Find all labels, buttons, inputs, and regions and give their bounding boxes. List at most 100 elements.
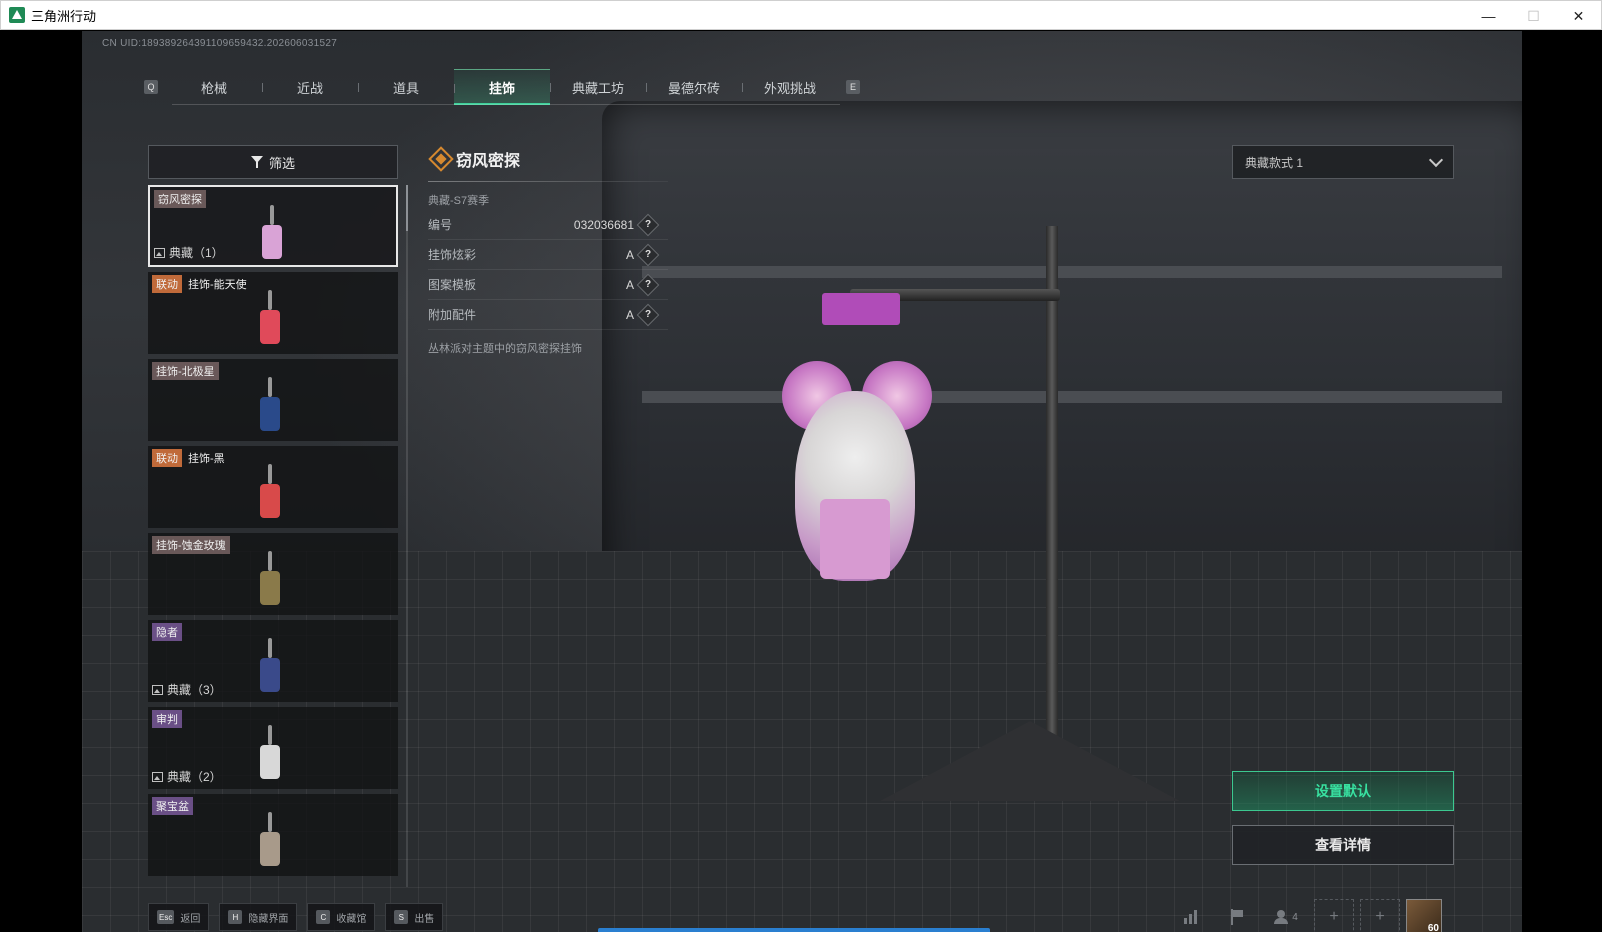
list-item[interactable]: 审判典藏（2） <box>148 707 398 789</box>
maximize-button[interactable]: ☐ <box>1511 1 1556 31</box>
list-item[interactable]: 聚宝盆 <box>148 794 398 876</box>
item-collection-label: 典藏（2） <box>167 770 222 784</box>
attribute-list: 编号 032036681? 挂饰炫彩 A? 图案模板 A? 附加配件 A? <box>428 210 668 330</box>
item-tag: 联动 <box>152 449 182 467</box>
item-collection: 典藏（2） <box>152 768 222 785</box>
item-tag: 挂饰-能天使 <box>188 279 247 291</box>
game-viewport: CN UID:18938926439110965943​2.2026060315… <box>0 31 1602 932</box>
item-thumbnail <box>258 377 282 433</box>
thumbnail-strap <box>268 812 272 832</box>
team-count: 4 <box>1292 911 1298 923</box>
player-level: 60 <box>1427 923 1439 932</box>
item-tag: 挂饰-黑 <box>188 453 225 465</box>
detail-header: 窃风密探 <box>428 143 668 175</box>
case-rib <box>642 266 1502 278</box>
thumbnail-charm <box>260 832 280 866</box>
thumbnail-charm <box>260 397 280 431</box>
list-item[interactable]: 窃风密探 典藏（1） <box>148 185 398 267</box>
close-button[interactable]: ✕ <box>1556 1 1601 31</box>
key-hint-label: 隐藏界面 <box>248 913 289 925</box>
help-icon[interactable]: ? <box>636 213 660 236</box>
item-thumbnail <box>258 725 282 781</box>
window-title: 三角洲行动 <box>31 8 97 24</box>
key-hint[interactable]: Esc 返回 <box>148 903 210 931</box>
attribute-value: A <box>625 307 634 322</box>
bar-chart-icon <box>1184 910 1200 924</box>
attribute-label: 附加配件 <box>428 308 477 322</box>
weapon-case-backdrop <box>602 101 1522 621</box>
help-icon[interactable]: ? <box>636 243 660 266</box>
attribute-row: 图案模板 A? <box>428 270 668 300</box>
loading-progress-bar <box>598 928 990 932</box>
next-tab-key-hint[interactable]: E <box>846 80 860 94</box>
tab-3[interactable]: 挂饰 <box>454 69 550 105</box>
window-titlebar: 三角洲行动 — ☐ ✕ <box>0 0 1602 30</box>
item-tags: 挂饰-北极星 <box>152 362 219 380</box>
list-item[interactable]: 联动 挂饰-能天使 <box>148 272 398 354</box>
detail-description: 丛林派对主题中的窃风密探挂饰 <box>428 343 582 355</box>
view-details-button[interactable]: 查看详情 <box>1232 825 1454 865</box>
prev-tab-key-hint[interactable]: Q <box>144 80 158 94</box>
detail-title: 窃风密探 <box>456 153 521 170</box>
tab-0[interactable]: 枪械 <box>166 69 262 105</box>
chevron-down-icon <box>1428 152 1444 168</box>
key-hint[interactable]: C 收藏馆 <box>307 903 376 931</box>
tabs-divider <box>172 104 840 105</box>
key-hint[interactable]: H 隐藏界面 <box>219 903 298 931</box>
attribute-row: 附加配件 A? <box>428 300 668 330</box>
detail-divider <box>428 181 668 182</box>
set-default-button[interactable]: 设置默认 <box>1232 771 1454 811</box>
thumbnail-strap <box>268 725 272 745</box>
key-hint-label: 收藏馆 <box>336 913 367 925</box>
item-tag: 窃风密探 <box>154 190 206 208</box>
list-item[interactable]: 挂饰-蚀金玫瑰 <box>148 533 398 615</box>
thumbnail-strap <box>268 638 272 658</box>
item-tag: 聚宝盆 <box>152 797 193 815</box>
tab-2[interactable]: 道具 <box>358 69 454 105</box>
help-glyph: ? <box>644 278 652 290</box>
item-thumbnail <box>260 205 284 261</box>
detail-panel: 窃风密探 典藏-S7赛季 编号 032036681? 挂饰炫彩 A? 图案模板 A? 附加配… <box>428 143 668 356</box>
item-tags: 聚宝盆 <box>152 797 193 815</box>
charm-list[interactable]: 窃风密探 典藏（1） 联动 挂饰-能天使 挂饰-北极星 联动 挂饰-黑 挂饰-蚀金玫瑰 隐者 典藏… <box>148 185 398 887</box>
item-tags: 窃风密探 <box>154 190 206 208</box>
list-item[interactable]: 隐者典藏（3） <box>148 620 398 702</box>
item-collection-label: 典藏（3） <box>167 683 222 697</box>
list-scrollbar-thumb[interactable] <box>406 185 408 231</box>
user-uid: CN UID:18938926439110965943​2.2026060315… <box>102 38 338 49</box>
tab-4[interactable]: 典藏工坊 <box>550 69 646 105</box>
thumbnail-charm <box>260 658 280 692</box>
team-indicator[interactable]: 4 <box>1264 910 1308 924</box>
add-teammate-button[interactable]: + <box>1360 899 1400 932</box>
item-tags: 隐者 <box>152 623 182 641</box>
key-hint[interactable]: S 出售 <box>385 903 444 931</box>
thumbnail-strap <box>270 205 274 225</box>
tab-6[interactable]: 外观挑战 <box>742 69 838 105</box>
image-icon <box>152 684 163 695</box>
tab-5[interactable]: 曼德尔砖 <box>646 69 742 105</box>
add-teammate-button[interactable]: + <box>1314 899 1354 932</box>
filter-button[interactable]: 筛选 <box>148 145 398 179</box>
bottom-right-status: 4 + + 60 <box>1172 899 1442 932</box>
help-icon[interactable]: ? <box>636 273 660 296</box>
style-variant-select[interactable]: 典藏款式 1 <box>1232 145 1454 179</box>
flag-button[interactable] <box>1218 899 1258 932</box>
attribute-value: A <box>625 277 634 292</box>
key-hint-label: 出售 <box>414 913 435 925</box>
avatar[interactable]: 60 <box>1406 899 1442 932</box>
list-item[interactable]: 挂饰-北极星 <box>148 359 398 441</box>
item-tag: 审判 <box>152 710 182 728</box>
tab-1[interactable]: 近战 <box>262 69 358 105</box>
help-icon[interactable]: ? <box>636 303 660 326</box>
thumbnail-charm <box>260 484 280 518</box>
stats-button[interactable] <box>1172 899 1212 932</box>
thumbnail-charm <box>260 310 280 344</box>
thumbnail-charm <box>262 225 282 259</box>
thumbnail-charm <box>260 571 280 605</box>
list-item[interactable]: 联动 挂饰-黑 <box>148 446 398 528</box>
image-icon <box>154 247 165 258</box>
minimize-button[interactable]: — <box>1466 1 1511 31</box>
attribute-label: 挂饰炫彩 <box>428 248 477 262</box>
list-scrollbar[interactable] <box>406 185 408 887</box>
filter-icon <box>250 156 263 168</box>
